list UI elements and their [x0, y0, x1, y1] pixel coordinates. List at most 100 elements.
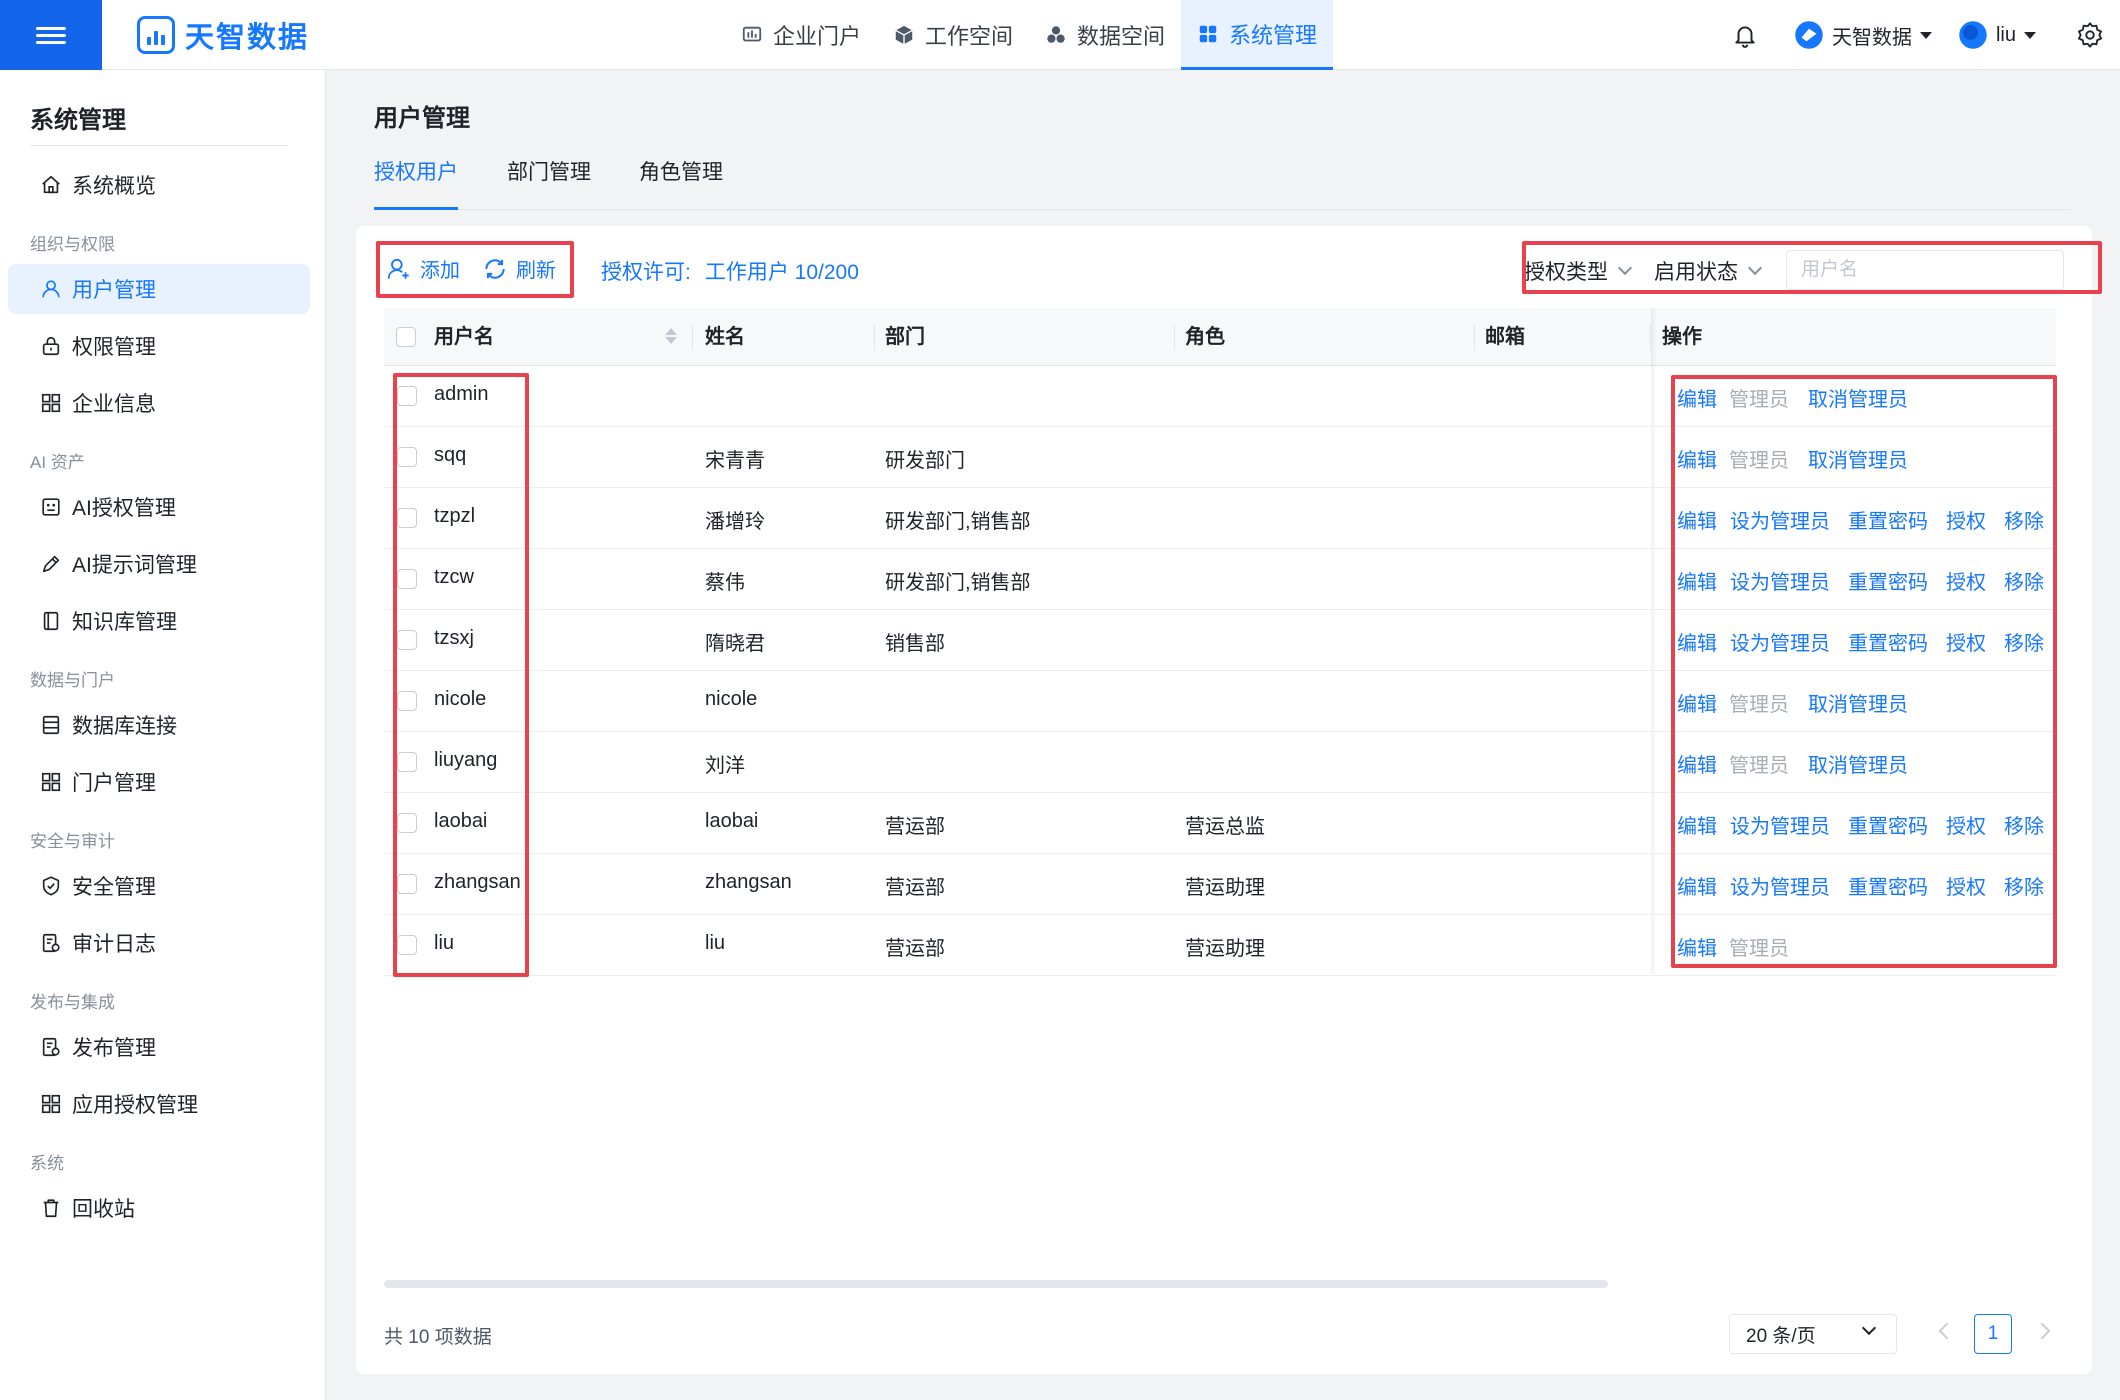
sidebar-group-label: 组织与权限	[30, 235, 115, 254]
settings-button[interactable]	[2076, 21, 2104, 49]
sidebar-item-recycle-bin[interactable]: 回收站	[8, 1183, 310, 1233]
revoke-admin-link[interactable]: 取消管理员	[1808, 383, 1908, 412]
authorize-link[interactable]: 授权	[1946, 810, 1986, 839]
set-admin-link[interactable]: 设为管理员	[1730, 871, 1830, 900]
sort-icon[interactable]	[665, 326, 677, 346]
status-filter[interactable]: 启用状态	[1654, 256, 1763, 286]
topnav-portal[interactable]: 企业门户	[725, 0, 877, 70]
caret-down-icon	[1919, 31, 1932, 39]
column-header-username[interactable]: 用户名	[434, 308, 494, 366]
reset-password-link[interactable]: 重置密码	[1848, 810, 1928, 839]
page-number-1[interactable]: 1	[1974, 1314, 2012, 1354]
authorize-link[interactable]: 授权	[1946, 627, 1986, 656]
sidebar-item-db-connections[interactable]: 数据库连接	[8, 700, 310, 750]
tab-roles[interactable]: 角色管理	[639, 158, 723, 210]
row-divider	[384, 487, 2056, 488]
reset-password-link[interactable]: 重置密码	[1848, 627, 1928, 656]
cell-name: liu	[705, 932, 726, 954]
edit-link[interactable]: 编辑	[1677, 444, 1717, 473]
edit-link[interactable]: 编辑	[1677, 871, 1717, 900]
set-admin-link[interactable]: 设为管理员	[1730, 566, 1830, 595]
hamburger-icon	[36, 23, 66, 48]
set-admin-link[interactable]: 设为管理员	[1730, 505, 1830, 534]
authorize-link[interactable]: 授权	[1946, 566, 1986, 595]
sidebar-item-users[interactable]: 用户管理	[8, 264, 310, 314]
row-checkbox[interactable]	[397, 447, 417, 467]
row-checkbox[interactable]	[397, 691, 417, 711]
edit-link[interactable]: 编辑	[1677, 932, 1717, 961]
cell-department: 营运部	[885, 938, 945, 960]
set-admin-link[interactable]: 设为管理员	[1730, 810, 1830, 839]
tab-bar: 授权用户 部门管理 角色管理	[374, 158, 2071, 210]
row-checkbox[interactable]	[397, 935, 417, 955]
remove-link[interactable]: 移除	[2004, 810, 2044, 839]
sidebar-item-ai-auth[interactable]: AI授权管理	[8, 482, 310, 532]
row-checkbox[interactable]	[397, 386, 417, 406]
edit-link[interactable]: 编辑	[1677, 505, 1717, 534]
notifications-button[interactable]	[1732, 22, 1758, 48]
column-separator	[874, 324, 875, 350]
row-divider	[384, 914, 2056, 915]
remove-link[interactable]: 移除	[2004, 505, 2044, 534]
remove-link[interactable]: 移除	[2004, 871, 2044, 900]
remove-link[interactable]: 移除	[2004, 566, 2044, 595]
topnav-workspace[interactable]: 工作空间	[877, 0, 1029, 70]
sidebar-item-knowledge[interactable]: 知识库管理	[8, 596, 310, 646]
apps-icon	[41, 393, 61, 413]
sidebar-item-security[interactable]: 安全管理	[8, 861, 310, 911]
authorize-link[interactable]: 授权	[1946, 871, 1986, 900]
sidebar-item-ai-prompts[interactable]: AI提示词管理	[8, 539, 310, 589]
edit-link[interactable]: 编辑	[1677, 810, 1717, 839]
revoke-admin-link[interactable]: 取消管理员	[1808, 444, 1908, 473]
menu-toggle-button[interactable]	[0, 0, 102, 70]
reset-password-link[interactable]: 重置密码	[1848, 871, 1928, 900]
set-admin-link[interactable]: 设为管理员	[1730, 627, 1830, 656]
sidebar-item-company[interactable]: 企业信息	[8, 378, 310, 428]
edit-link[interactable]: 编辑	[1677, 566, 1717, 595]
edit-link[interactable]: 编辑	[1677, 749, 1717, 778]
revoke-admin-link[interactable]: 取消管理员	[1808, 749, 1908, 778]
sidebar: 系统管理 系统概览 组织与权限 用户管理 权限管理 企业信息 AI 资产 AI授…	[0, 70, 326, 1400]
sidebar-item-portals[interactable]: 门户管理	[8, 757, 310, 807]
cell-department: 研发部门,销售部	[885, 511, 1031, 533]
select-all-checkbox[interactable]	[396, 327, 416, 347]
sidebar-item-app-auth[interactable]: 应用授权管理	[8, 1079, 310, 1129]
sidebar-item-audit[interactable]: 审计日志	[8, 918, 310, 968]
brand-logo[interactable]: 天智数据	[137, 14, 309, 56]
row-checkbox[interactable]	[397, 630, 417, 650]
database-icon	[42, 715, 60, 735]
workspace-switcher[interactable]: 天智数据	[1794, 20, 1932, 50]
revoke-admin-link[interactable]: 取消管理员	[1808, 688, 1908, 717]
topnav-system[interactable]: 系统管理	[1181, 0, 1334, 70]
row-checkbox[interactable]	[397, 569, 417, 589]
edit-link[interactable]: 编辑	[1677, 383, 1717, 412]
refresh-button[interactable]: 刷新	[482, 254, 556, 283]
reset-password-link[interactable]: 重置密码	[1848, 505, 1928, 534]
admin-label: 管理员	[1729, 450, 1789, 472]
row-checkbox[interactable]	[397, 874, 417, 894]
tab-authorized-users[interactable]: 授权用户	[374, 158, 458, 210]
reset-password-link[interactable]: 重置密码	[1848, 566, 1928, 595]
horizontal-scrollbar[interactable]	[384, 1280, 1608, 1288]
sidebar-item-label: 安全管理	[72, 876, 156, 899]
tab-departments[interactable]: 部门管理	[507, 158, 591, 210]
row-divider	[384, 548, 2056, 549]
page-size-select[interactable]: 20 条/页	[1729, 1314, 1897, 1354]
row-checkbox[interactable]	[397, 508, 417, 528]
add-user-button[interactable]: 添加	[386, 254, 460, 283]
sidebar-item-publish[interactable]: 发布管理	[8, 1022, 310, 1072]
pen-icon	[42, 555, 60, 573]
remove-link[interactable]: 移除	[2004, 627, 2044, 656]
sidebar-item-overview[interactable]: 系统概览	[8, 160, 310, 210]
auth-type-filter[interactable]: 授权类型	[1524, 256, 1633, 286]
sidebar-item-permissions[interactable]: 权限管理	[8, 321, 310, 371]
topnav-dataspace[interactable]: 数据空间	[1029, 0, 1181, 70]
row-checkbox[interactable]	[397, 752, 417, 772]
row-checkbox[interactable]	[397, 813, 417, 833]
edit-link[interactable]: 编辑	[1677, 688, 1717, 717]
user-menu[interactable]: liu	[1958, 20, 2036, 50]
username-search-input[interactable]	[1786, 250, 2064, 290]
authorize-link[interactable]: 授权	[1946, 505, 1986, 534]
edit-link[interactable]: 编辑	[1677, 627, 1717, 656]
row-divider	[384, 731, 2056, 732]
